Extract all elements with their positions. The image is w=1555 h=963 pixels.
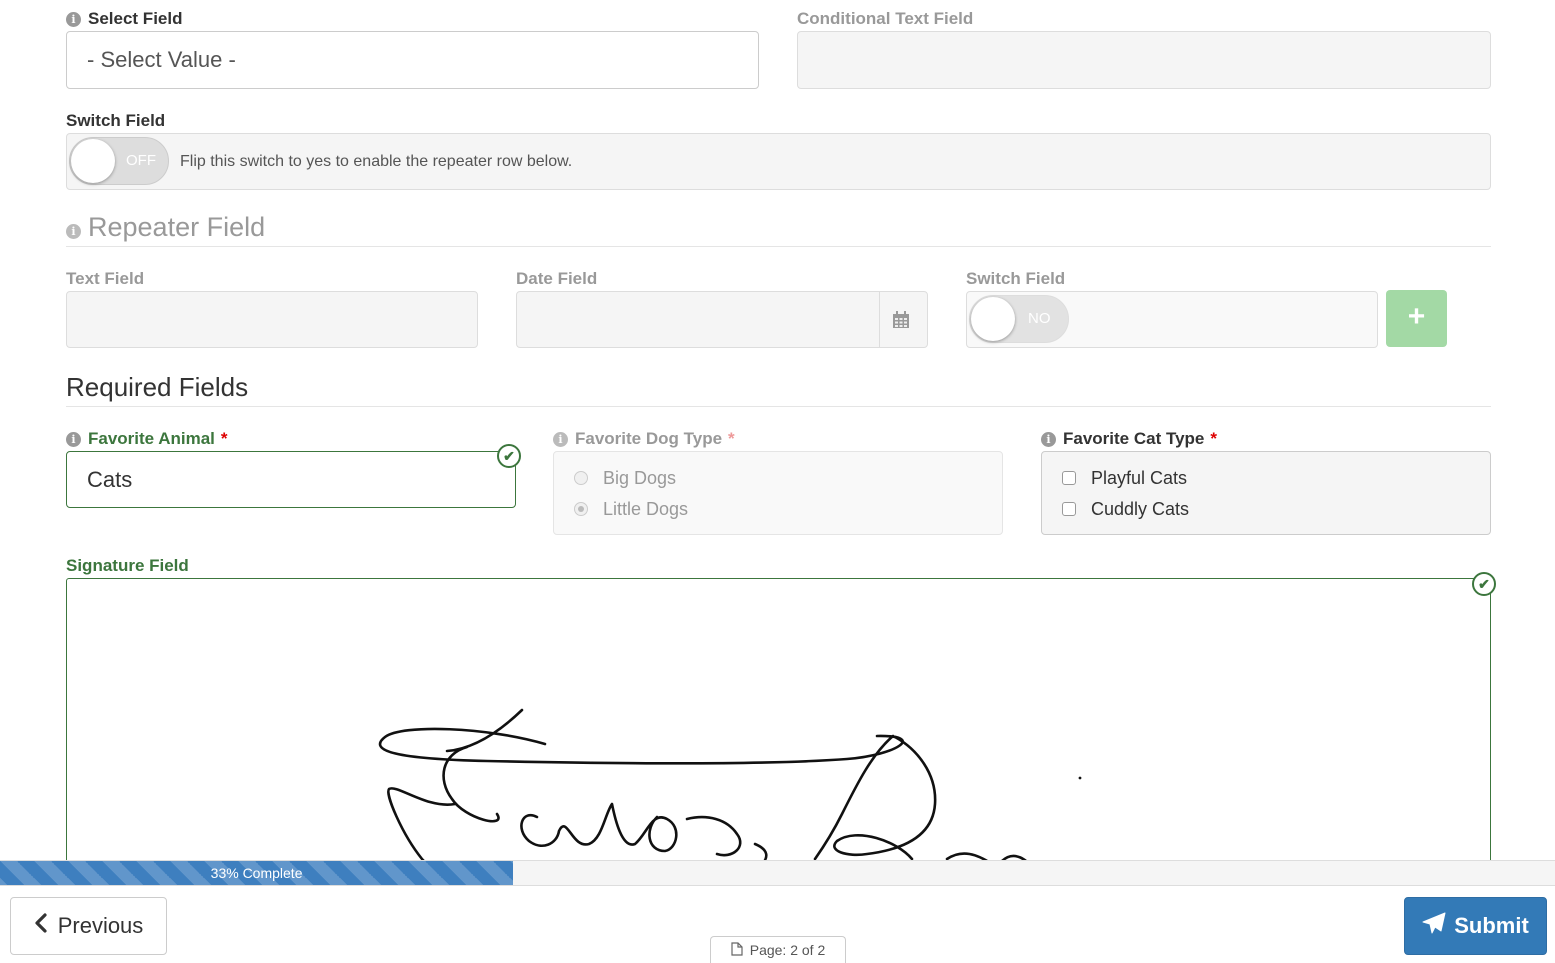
required-fields-divider bbox=[66, 406, 1491, 407]
toggle-knob bbox=[71, 139, 115, 183]
submit-button[interactable]: Submit bbox=[1404, 897, 1547, 955]
favorite-animal-select[interactable]: Cats bbox=[66, 451, 516, 508]
required-fields-title: Required Fields bbox=[66, 372, 249, 402]
required-asterisk: * bbox=[728, 429, 735, 448]
page-indicator-text: Page: 2 of 2 bbox=[749, 942, 826, 958]
required-asterisk: * bbox=[220, 429, 228, 448]
signature-pad[interactable] bbox=[66, 578, 1491, 878]
check-circle-icon: ✔ bbox=[497, 444, 521, 468]
repeater-title: i Repeater Field bbox=[66, 212, 265, 243]
radio-option-big-dogs: Big Dogs bbox=[574, 468, 676, 489]
checkbox[interactable] bbox=[1062, 502, 1076, 516]
select-field-dropdown[interactable]: - Select Value - bbox=[66, 31, 759, 89]
info-icon[interactable]: i bbox=[66, 224, 81, 239]
repeater-date-field-label: Date Field bbox=[516, 269, 598, 288]
select-field-label: i Select Field bbox=[66, 9, 182, 29]
radio-button bbox=[574, 471, 588, 485]
checkbox[interactable] bbox=[1062, 471, 1076, 485]
switch-field-label: Switch Field bbox=[66, 111, 166, 130]
repeater-text-field-label: Text Field bbox=[66, 269, 145, 288]
repeater-text-field-input bbox=[66, 291, 478, 348]
select-field-value: - Select Value - bbox=[87, 47, 236, 72]
file-icon bbox=[731, 941, 743, 959]
favorite-cat-type-group: Playful Cats Cuddly Cats bbox=[1041, 451, 1491, 535]
repeater-switch-toggle: NO bbox=[969, 295, 1069, 343]
favorite-dog-type-group: Big Dogs Little Dogs bbox=[553, 451, 1003, 535]
switch-field-toggle[interactable]: OFF bbox=[69, 137, 169, 185]
toggle-knob bbox=[971, 297, 1015, 341]
repeater-divider bbox=[66, 246, 1491, 247]
signature-field-label: Signature Field bbox=[66, 556, 189, 575]
previous-button[interactable]: Previous bbox=[10, 897, 167, 955]
repeater-switch-field-label: Switch Field bbox=[966, 269, 1066, 288]
info-icon[interactable]: i bbox=[553, 432, 568, 447]
progress-bar-fill: 33% Complete bbox=[0, 861, 514, 885]
chevron-left-icon bbox=[34, 913, 48, 939]
repeater-date-field-input bbox=[516, 291, 928, 348]
check-circle-icon: ✔ bbox=[1472, 572, 1496, 596]
page-indicator: Page: 2 of 2 bbox=[710, 936, 846, 963]
progress-label: 33% Complete bbox=[210, 865, 303, 881]
checkbox-option-cuddly-cats[interactable]: Cuddly Cats bbox=[1062, 499, 1189, 520]
favorite-cat-type-label: i Favorite Cat Type * bbox=[1041, 429, 1217, 449]
info-icon[interactable]: i bbox=[1041, 432, 1056, 447]
paper-plane-icon bbox=[1422, 912, 1446, 940]
conditional-text-field-input bbox=[797, 31, 1491, 89]
add-row-button[interactable]: + bbox=[1386, 290, 1447, 347]
conditional-text-field-label: Conditional Text Field bbox=[797, 9, 974, 28]
toggle-state-text: OFF bbox=[126, 152, 156, 169]
switch-field-container: OFF Flip this switch to yes to enable th… bbox=[66, 133, 1491, 190]
repeater-switch-field-container: NO bbox=[966, 291, 1378, 348]
info-icon[interactable]: i bbox=[66, 432, 81, 447]
favorite-animal-value: Cats bbox=[87, 467, 133, 492]
radio-option-little-dogs: Little Dogs bbox=[574, 499, 688, 520]
switch-field-help-text: Flip this switch to yes to enable the re… bbox=[180, 153, 573, 170]
required-asterisk: * bbox=[1210, 429, 1218, 448]
toggle-state-text: NO bbox=[1028, 310, 1051, 327]
submit-button-label: Submit bbox=[1454, 913, 1529, 938]
calendar-icon bbox=[892, 311, 910, 334]
progress-bar-track: 33% Complete bbox=[0, 860, 1555, 886]
info-icon[interactable]: i bbox=[66, 12, 81, 27]
favorite-dog-type-label: i Favorite Dog Type * bbox=[553, 429, 735, 449]
checkbox-option-playful-cats[interactable]: Playful Cats bbox=[1062, 468, 1187, 489]
radio-button-selected bbox=[574, 502, 588, 516]
favorite-animal-label: i Favorite Animal * bbox=[66, 429, 228, 449]
signature-drawing bbox=[378, 708, 1082, 874]
previous-button-label: Previous bbox=[57, 913, 144, 938]
date-addon-divider bbox=[879, 292, 880, 347]
